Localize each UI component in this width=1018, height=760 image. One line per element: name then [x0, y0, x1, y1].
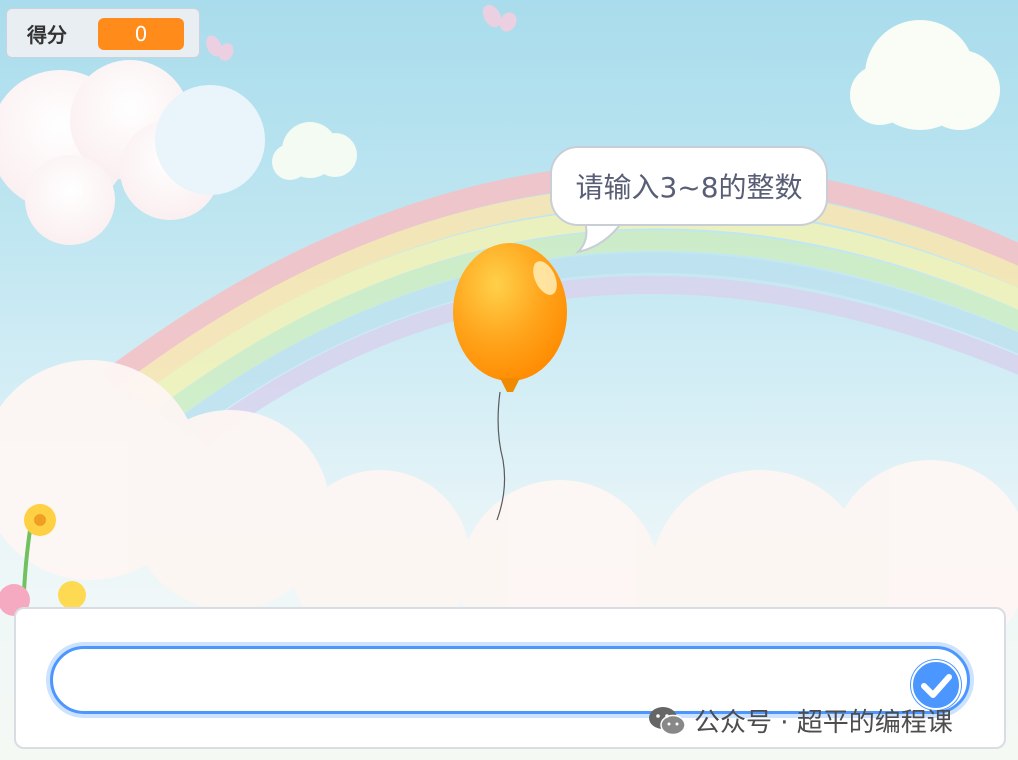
- speech-bubble: 请输入3~8的整数: [550, 146, 828, 226]
- watermark-text: 公众号 · 超平的编程课: [694, 708, 953, 738]
- butterfly-icon: [206, 4, 517, 61]
- cloud-top-right: [850, 20, 1000, 130]
- speech-bubble-text: 请输入3~8的整数: [575, 171, 803, 204]
- cloud-left: [0, 60, 265, 245]
- score-value: 0: [98, 18, 184, 50]
- score-label: 得分: [27, 22, 67, 47]
- wechat-icon: [649, 706, 686, 735]
- cloud-small: [272, 122, 357, 180]
- watermark: 公众号 · 超平的编程课: [648, 702, 953, 739]
- balloon-sprite: [453, 243, 567, 521]
- score-monitor: 得分 0: [6, 8, 200, 58]
- stage: 得分 0 请输入3~8的整数 公众号 · 超平的编程课: [0, 0, 1018, 760]
